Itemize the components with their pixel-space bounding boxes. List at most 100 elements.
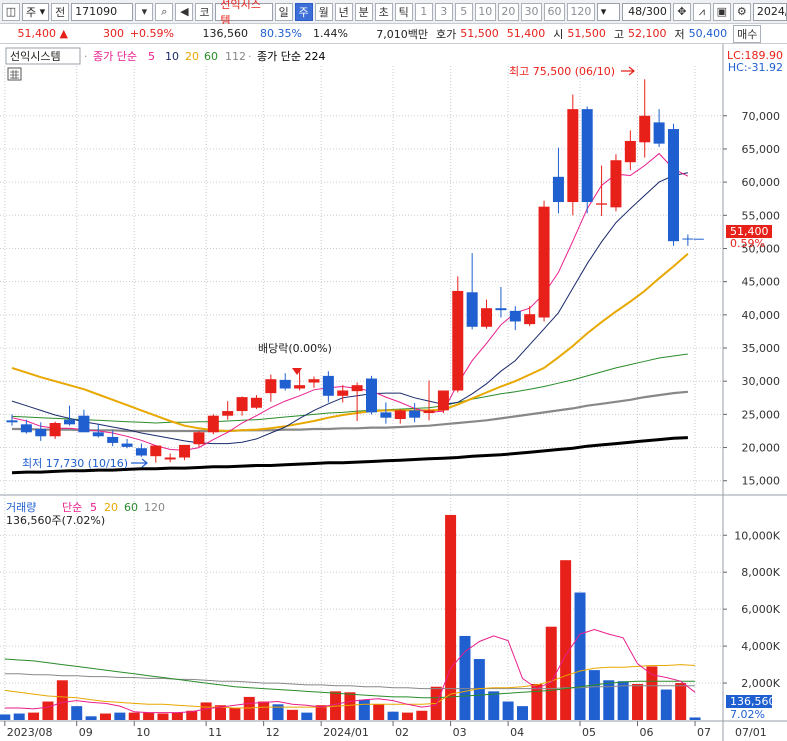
settings-icon[interactable]: ⚙	[732, 2, 751, 21]
x-axis-label: 10	[136, 726, 150, 739]
vol-ma60-legend: 60	[124, 501, 138, 514]
candle-body	[20, 424, 32, 433]
dividend-annotation-text: 배당락(0.00%)	[258, 342, 332, 355]
volume-bar	[689, 717, 701, 720]
period-month[interactable]: 월	[314, 2, 333, 21]
x-axis-label: 2024/01	[323, 726, 369, 739]
volume-bar	[229, 707, 241, 720]
period-minute[interactable]: 분	[354, 2, 373, 21]
volume-bar	[660, 689, 672, 720]
code-input[interactable]: 171090	[71, 2, 134, 21]
bid-price: 51,500	[460, 27, 499, 40]
market-select-value: 주	[26, 5, 37, 19]
ma60-legend: 60	[204, 50, 218, 63]
period-tick[interactable]: 틱	[394, 2, 413, 21]
candle-body	[121, 443, 133, 447]
volume-bar	[502, 701, 514, 720]
candle-body	[164, 457, 176, 460]
period-year[interactable]: 년	[334, 2, 353, 21]
count-120[interactable]: 120	[567, 2, 595, 21]
candle-body	[322, 375, 334, 396]
candle-body	[193, 432, 205, 445]
volume-bar	[143, 712, 155, 720]
count-5[interactable]: 5	[454, 2, 473, 21]
period-day[interactable]: 일	[274, 2, 293, 21]
volume-tick-label: 4,000K	[741, 640, 780, 653]
vol-ma20-legend: 20	[104, 501, 118, 514]
move-icon[interactable]: ✥	[672, 2, 691, 21]
x-axis-label: 05	[582, 726, 596, 739]
turnover: 1.44%	[313, 27, 348, 40]
candle-body	[437, 390, 449, 411]
count-1[interactable]: 1	[414, 2, 433, 21]
dropdown-icon[interactable]: ▾	[135, 2, 154, 21]
search-icon[interactable]: ⌕	[155, 2, 174, 21]
count-20[interactable]: 20	[497, 2, 519, 21]
ma5-legend: 5	[148, 50, 155, 63]
chart-type-icon[interactable]: ⩘	[692, 2, 711, 21]
volume-bar	[200, 702, 212, 720]
price-tick-label: 25,000	[742, 408, 781, 421]
volume-bar	[171, 712, 183, 720]
save-icon[interactable]: ▣	[712, 2, 731, 21]
ask-price: 51,400	[506, 27, 546, 40]
trade-amount: 7,010백만	[376, 27, 428, 41]
price-tick-label: 30,000	[742, 375, 781, 388]
volume-bar	[488, 691, 500, 720]
volume-bar	[42, 701, 54, 720]
volume-bar	[114, 712, 126, 720]
volume-ma-label: 단순	[62, 501, 82, 514]
ma224-legend: 종가 단순 224	[257, 50, 325, 63]
price-tick-label: 40,000	[742, 309, 781, 322]
volume-tick-label: 2,000K	[741, 677, 780, 690]
candle-body	[64, 419, 76, 425]
buy-button[interactable]: 매수	[733, 24, 762, 43]
market-type-button[interactable]: 전	[51, 2, 70, 21]
date-input[interactable]: 2024/	[752, 2, 787, 21]
volume-bar	[588, 670, 600, 720]
count-60[interactable]: 60	[544, 2, 566, 21]
volume-bar	[13, 713, 25, 720]
legend-dot-2: ·	[248, 50, 252, 63]
candle-body	[6, 420, 18, 423]
vol-ma5-legend: 5	[90, 501, 97, 514]
count-30[interactable]: 30	[520, 2, 542, 21]
index-button[interactable]: 코	[195, 2, 214, 21]
candle-body	[524, 314, 536, 325]
candle-body	[366, 378, 377, 413]
candle-body	[394, 410, 406, 420]
count-3[interactable]: 3	[434, 2, 453, 21]
custom-count-input[interactable]: ▾	[596, 2, 620, 21]
period-second[interactable]: 초	[374, 2, 393, 21]
candle-body	[107, 436, 119, 443]
volume-bar	[401, 712, 413, 720]
x-axis-label: 11	[208, 726, 222, 739]
volume-bar	[344, 692, 356, 720]
volume-tick-label: 6,000K	[741, 603, 780, 616]
candle-body	[581, 109, 593, 203]
count-10[interactable]: 10	[474, 2, 496, 21]
low-label: 저	[674, 27, 685, 41]
speaker-icon[interactable]: ◀	[175, 2, 194, 21]
price-tick-label: 45,000	[742, 276, 781, 289]
price-volume-chart[interactable]: 70,00065,00060,00055,00050,00045,00040,0…	[0, 44, 787, 741]
current-price: 51,400 ▲	[0, 24, 72, 44]
stock-name[interactable]: 선익시스템	[215, 0, 273, 27]
x-axis-label: 09	[79, 726, 93, 739]
quote-bar: 51,400 ▲ 300 +0.59% 136,560 80.35% 1.44%…	[0, 24, 787, 44]
candle-body	[567, 109, 579, 203]
volume-tick-label: 8,000K	[741, 566, 780, 579]
candle-body	[509, 310, 521, 322]
open-price: 51,500	[567, 27, 606, 40]
candle-body	[495, 308, 507, 311]
period-week[interactable]: 주	[294, 2, 313, 21]
volume-bar	[373, 704, 385, 720]
market-select[interactable]: 주 ▾	[22, 2, 50, 21]
candle-body	[294, 385, 306, 389]
volume-bar	[85, 716, 97, 720]
volume-current: 136,560주(7.02%)	[6, 514, 105, 527]
legend-dot: ·	[84, 50, 88, 63]
candle-body	[179, 444, 191, 458]
layout-icon[interactable]: ◫	[2, 2, 20, 21]
candle-body	[667, 129, 679, 242]
